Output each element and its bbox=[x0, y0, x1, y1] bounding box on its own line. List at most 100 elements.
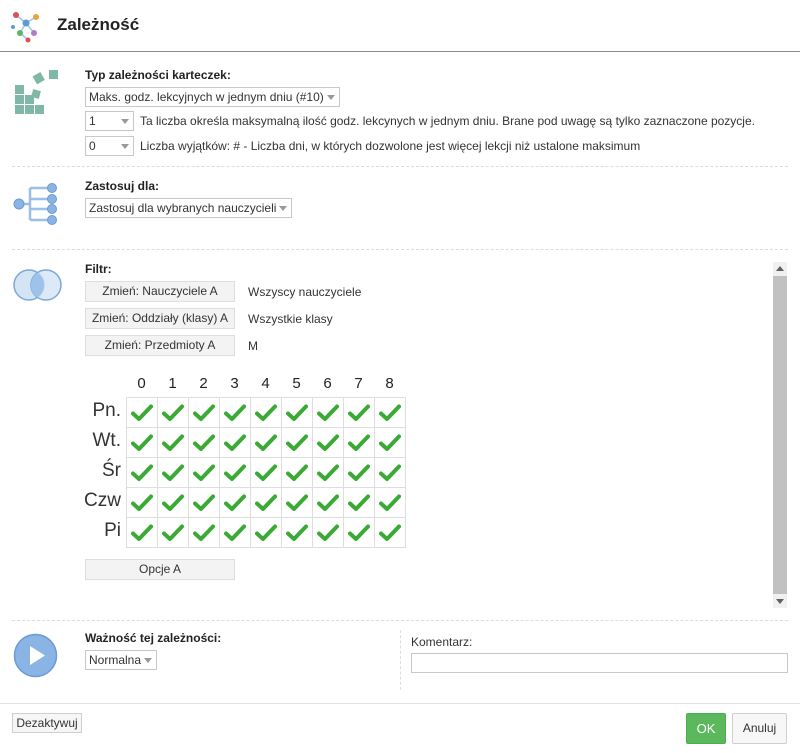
grid-cell[interactable] bbox=[281, 457, 313, 488]
checkmark-icon bbox=[255, 494, 277, 511]
grid-cell[interactable] bbox=[126, 487, 158, 518]
grid-row-label: Wt. bbox=[92, 430, 122, 451]
checkmark-icon bbox=[162, 434, 184, 451]
grid-cell[interactable] bbox=[374, 397, 406, 428]
grid-column-header: 6 bbox=[323, 375, 332, 392]
grid-cell[interactable] bbox=[219, 517, 251, 548]
scrollbar-thumb[interactable] bbox=[773, 276, 787, 594]
type-select-value: Maks. godz. lekcyjnych w jednym dniu (#1… bbox=[89, 90, 324, 104]
grid-row-label: Pi bbox=[104, 520, 121, 541]
grid-cell[interactable] bbox=[281, 427, 313, 458]
checkmark-icon bbox=[286, 434, 308, 451]
chevron-down-icon bbox=[144, 658, 152, 663]
grid-cell[interactable] bbox=[157, 457, 189, 488]
grid-cell[interactable] bbox=[157, 517, 189, 548]
grid-cell[interactable] bbox=[281, 487, 313, 518]
grid-cell[interactable] bbox=[250, 457, 282, 488]
scroll-down-icon[interactable] bbox=[776, 599, 784, 604]
grid-cell[interactable] bbox=[188, 397, 220, 428]
checkmark-icon bbox=[379, 524, 401, 541]
grid-cell[interactable] bbox=[250, 517, 282, 548]
grid-cell[interactable] bbox=[281, 517, 313, 548]
grid-cell[interactable] bbox=[219, 427, 251, 458]
checkmark-icon bbox=[224, 494, 246, 511]
grid-cell[interactable] bbox=[343, 397, 375, 428]
checkmark-icon bbox=[131, 524, 153, 541]
classes-value: Wszystkie klasy bbox=[248, 312, 333, 326]
grid-cell[interactable] bbox=[343, 457, 375, 488]
grid-row bbox=[126, 517, 406, 548]
grid-cell[interactable] bbox=[157, 427, 189, 458]
grid-cell[interactable] bbox=[343, 487, 375, 518]
checkmark-icon bbox=[193, 524, 215, 541]
change-classes-button[interactable]: Zmień: Oddziały (klasy) A bbox=[85, 308, 235, 329]
grid-cell[interactable] bbox=[312, 487, 344, 518]
importance-select[interactable]: Normalna bbox=[85, 650, 157, 670]
comment-input[interactable] bbox=[411, 653, 788, 673]
grid-cell[interactable] bbox=[250, 487, 282, 518]
checkmark-icon bbox=[348, 464, 370, 481]
filter-scrollbar[interactable] bbox=[773, 262, 787, 608]
grid-cell[interactable] bbox=[312, 427, 344, 458]
grid-cell[interactable] bbox=[126, 517, 158, 548]
change-teachers-button[interactable]: Zmień: Nauczyciele A bbox=[85, 281, 235, 302]
grid-cell[interactable] bbox=[374, 457, 406, 488]
checkmark-icon bbox=[348, 524, 370, 541]
checkmark-icon bbox=[162, 524, 184, 541]
grid-cell[interactable] bbox=[374, 427, 406, 458]
grid-cell[interactable] bbox=[188, 487, 220, 518]
grid-cell[interactable] bbox=[374, 487, 406, 518]
checkmark-icon bbox=[317, 494, 339, 511]
grid-cell[interactable] bbox=[250, 427, 282, 458]
apply-select[interactable]: Zastosuj dla wybranych nauczycieli bbox=[85, 198, 292, 218]
change-subjects-button[interactable]: Zmień: Przedmioty A bbox=[85, 335, 235, 356]
grid-cell[interactable] bbox=[219, 457, 251, 488]
grid-cell[interactable] bbox=[126, 457, 158, 488]
grid-cell[interactable] bbox=[157, 397, 189, 428]
grid-cell[interactable] bbox=[157, 487, 189, 518]
checkmark-icon bbox=[131, 494, 153, 511]
dialog-header: Zależność bbox=[0, 0, 800, 52]
checkmark-icon bbox=[224, 464, 246, 481]
max-lessons-select[interactable]: 1 bbox=[85, 111, 134, 131]
network-graph-icon bbox=[11, 12, 39, 43]
type-select[interactable]: Maks. godz. lekcyjnych w jednym dniu (#1… bbox=[85, 87, 340, 107]
grid-cell[interactable] bbox=[250, 397, 282, 428]
grid-cell[interactable] bbox=[188, 457, 220, 488]
grid-cell[interactable] bbox=[312, 457, 344, 488]
grid-cell[interactable] bbox=[219, 487, 251, 518]
grid-cell[interactable] bbox=[126, 427, 158, 458]
grid-cell[interactable] bbox=[281, 397, 313, 428]
deactivate-button[interactable]: Dezaktywuj bbox=[12, 713, 82, 733]
grid-cell[interactable] bbox=[374, 517, 406, 548]
teachers-value: Wszyscy nauczyciele bbox=[248, 285, 362, 299]
grid-cell[interactable] bbox=[188, 427, 220, 458]
play-icon bbox=[13, 633, 58, 678]
exceptions-select[interactable]: 0 bbox=[85, 136, 134, 156]
subjects-value: M bbox=[248, 339, 258, 353]
grid-cell[interactable] bbox=[188, 517, 220, 548]
cards-icon bbox=[15, 70, 58, 114]
grid-cell[interactable] bbox=[343, 517, 375, 548]
checkmark-icon bbox=[286, 524, 308, 541]
importance-label: Ważność tej zależności: bbox=[85, 631, 222, 645]
options-button[interactable]: Opcje A bbox=[85, 559, 235, 580]
grid-row-label: Czw bbox=[84, 490, 121, 511]
scroll-up-icon[interactable] bbox=[776, 266, 784, 271]
comment-label: Komentarz: bbox=[411, 635, 473, 649]
checkmark-icon bbox=[348, 404, 370, 421]
checkmark-icon bbox=[224, 404, 246, 421]
grid-cell[interactable] bbox=[219, 397, 251, 428]
max-lessons-description: Ta liczba określa maksymalną ilość godz.… bbox=[140, 114, 755, 128]
ok-button[interactable]: OK bbox=[686, 713, 726, 744]
checkmark-icon bbox=[317, 434, 339, 451]
dialog-title: Zależność bbox=[57, 15, 140, 34]
grid-cell[interactable] bbox=[312, 517, 344, 548]
grid-cell[interactable] bbox=[126, 397, 158, 428]
cancel-button[interactable]: Anuluj bbox=[732, 713, 787, 744]
grid-cell[interactable] bbox=[343, 427, 375, 458]
grid-cell[interactable] bbox=[312, 397, 344, 428]
checkmark-icon bbox=[131, 434, 153, 451]
checkmark-icon bbox=[255, 464, 277, 481]
checkmark-icon bbox=[255, 434, 277, 451]
